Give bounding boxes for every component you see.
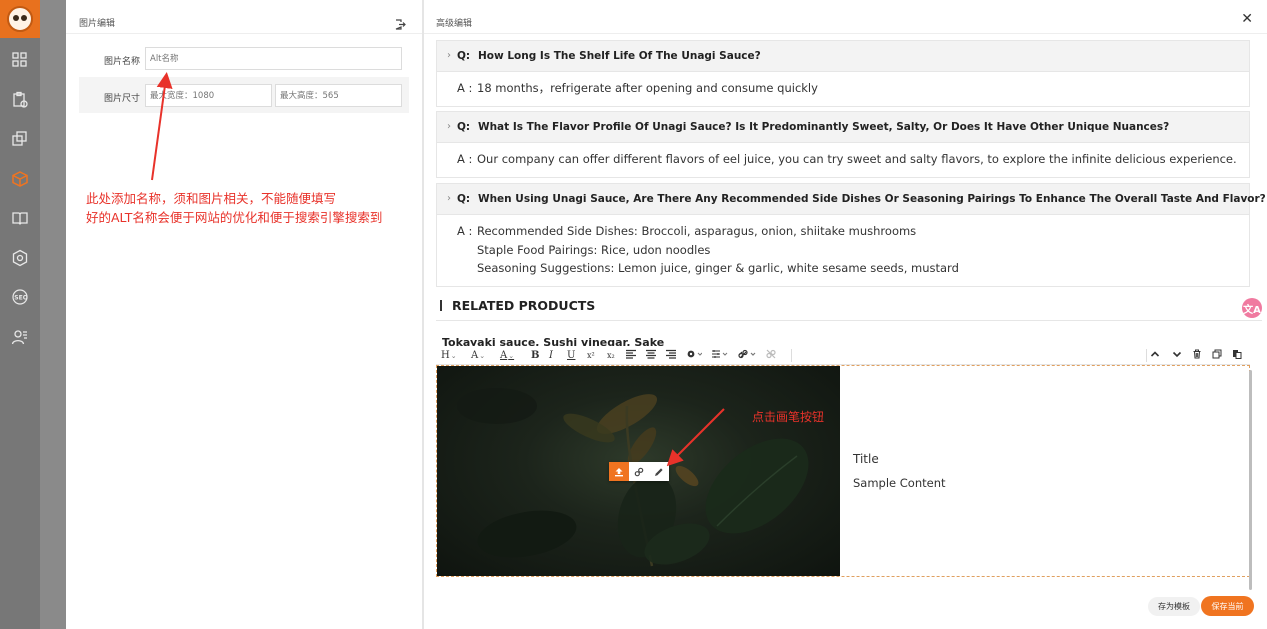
arrow-to-pencil-button — [666, 408, 725, 467]
arrow-to-alt-input — [151, 72, 173, 181]
annotation-arrows — [151, 72, 725, 467]
